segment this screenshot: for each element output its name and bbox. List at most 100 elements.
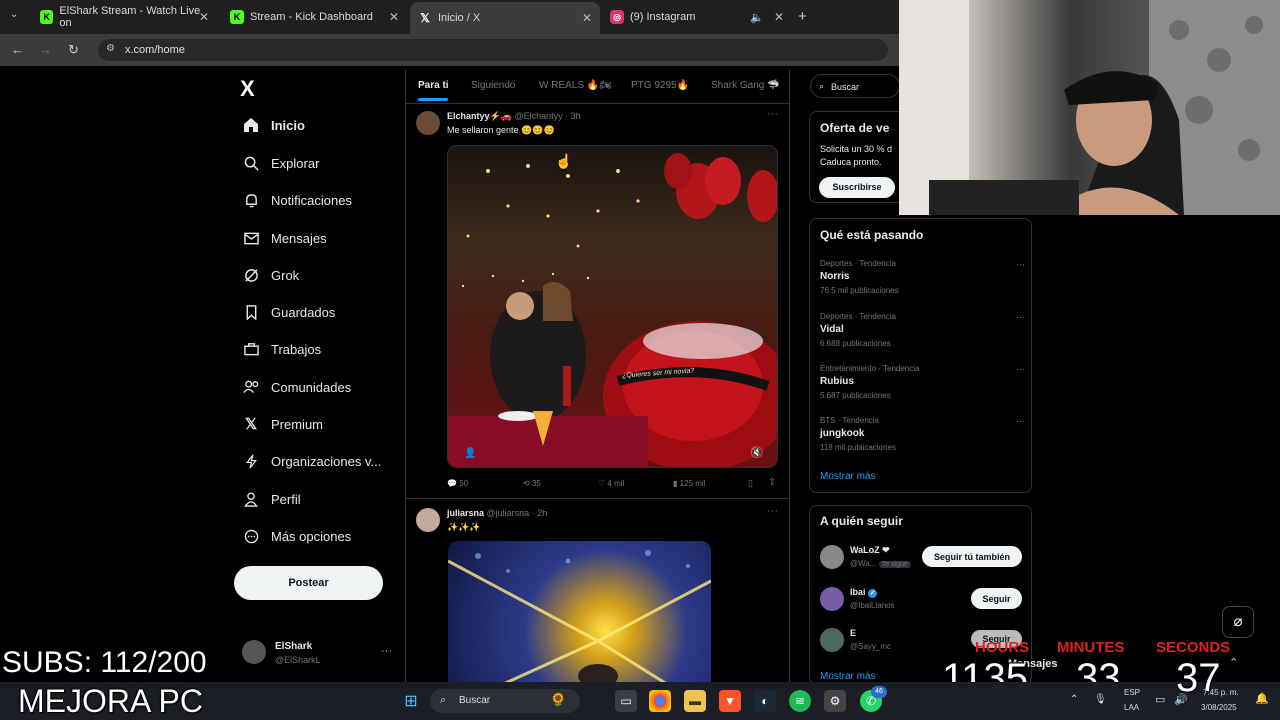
nav-premium[interactable]: 𝕏 Premium — [241, 415, 323, 433]
back-icon[interactable]: ← — [11, 42, 24, 57]
trends-card: Qué está pasando Deportes · Tendencia No… — [809, 218, 1032, 493]
tab-elshark-stream[interactable]: K ElShark Stream - Watch Live on ✕ — [32, 4, 217, 30]
subscribe-button[interactable]: Suscribirse — [819, 177, 895, 198]
task-view-icon[interactable]: ▭ — [615, 690, 637, 712]
trend-item[interactable]: Deportes · Tendencia Norris 76,5 mil pub… — [820, 259, 1025, 295]
show-more-link[interactable]: Mostrar más — [820, 671, 876, 682]
avatar[interactable] — [416, 508, 440, 532]
language-indicator[interactable]: ESP — [1124, 688, 1140, 697]
trend-item[interactable]: Deportes · Tendencia Vidal 6.688 publica… — [820, 312, 1025, 348]
trend-item[interactable]: Entretenimiento · Tendencia Rubius 5.687… — [820, 364, 1025, 400]
tab-ptg[interactable]: PTG 9295🔥 — [631, 80, 689, 91]
reply-button[interactable]: 💬 50 — [447, 479, 468, 488]
post-more-icon[interactable]: ··· — [767, 108, 778, 120]
avatar[interactable] — [242, 640, 266, 664]
follow-name[interactable]: E — [850, 628, 856, 638]
network-icon[interactable]: ▭ — [1155, 693, 1165, 706]
windows-start-icon[interactable]: ⊞ — [400, 690, 422, 712]
settings-icon[interactable]: ⚙ — [824, 690, 846, 712]
like-button[interactable]: ♡ 4 mil — [598, 479, 624, 488]
tab-w-reals[interactable]: W REALS 🔥🏍 — [539, 80, 612, 91]
nav-perfil[interactable]: Perfil — [241, 490, 301, 508]
post[interactable]: Elchantyy⚡🚗 @Elchantyy · 3h ··· Me sella… — [406, 104, 789, 499]
post-image[interactable] — [448, 541, 711, 682]
post-author[interactable]: juliarsna — [447, 508, 484, 518]
mute-icon[interactable]: 🔇 — [750, 446, 764, 459]
post-more-icon[interactable]: ··· — [767, 505, 778, 517]
nav-guardados[interactable]: Guardados — [241, 303, 335, 321]
close-icon[interactable]: ✕ — [582, 11, 592, 25]
follow-back-button[interactable]: Seguir tú también — [922, 546, 1022, 567]
bookmark-icon[interactable]: ▯ — [748, 478, 753, 489]
tab-kick-dashboard[interactable]: K Stream - Kick Dashboard ✕ — [222, 4, 407, 30]
clock-date[interactable]: 3/08/2025 — [1201, 703, 1237, 712]
tab-siguiendo[interactable]: Siguiendo — [471, 80, 515, 91]
post-image[interactable]: ¿Quieres ser mi novia? 👤 🔇 — [447, 145, 778, 468]
speaker-icon[interactable]: 🔈 — [750, 11, 764, 24]
brave-icon[interactable]: ▼ — [719, 690, 741, 712]
tray-chevron-icon[interactable]: ⌃ — [1070, 694, 1078, 705]
close-icon[interactable]: ✕ — [199, 10, 209, 24]
close-icon[interactable]: ✕ — [774, 10, 784, 24]
nav-organizaciones[interactable]: Organizaciones v... — [241, 452, 381, 470]
clock-time[interactable]: 7:45 p. m. — [1203, 688, 1239, 697]
tag-person-icon[interactable]: 👤 — [464, 448, 476, 459]
nav-notificaciones[interactable]: Notificaciones — [241, 191, 352, 209]
tab-x-home[interactable]: 𝕏 Inicio / X ✕ — [410, 2, 600, 34]
post[interactable]: juliarsna @juliarsna · 2h ··· ✨✨✨ — [406, 500, 789, 682]
taskbar-search[interactable]: ⌕ Buscar 🌻 — [430, 689, 580, 713]
tab-list-chevron-icon[interactable]: ⌄ — [10, 9, 18, 20]
repost-button[interactable]: ⟲ 35 — [523, 479, 541, 488]
account-more-icon[interactable]: ··· — [381, 645, 392, 657]
notification-bell-icon[interactable]: 🔔 — [1255, 692, 1269, 705]
post-button[interactable]: Postear — [234, 566, 383, 600]
tab-shark-gang[interactable]: Shark Gang 🦈 — [711, 80, 780, 91]
browser-tab-bar: ⌄ K ElShark Stream - Watch Live on ✕ K S… — [0, 0, 900, 34]
close-icon[interactable]: ✕ — [389, 10, 399, 24]
views-button[interactable]: ▮ 125 mil — [673, 479, 705, 488]
post-header: juliarsna @juliarsna · 2h — [447, 508, 547, 518]
trend-more-icon[interactable]: ··· — [1016, 364, 1025, 374]
tab-instagram[interactable]: ◎ (9) Instagram 🔈 ✕ — [602, 4, 792, 30]
nav-mensajes[interactable]: Mensajes — [241, 229, 327, 247]
post-author[interactable]: Elchantyy⚡🚗 — [447, 111, 512, 121]
nav-comunidades[interactable]: Comunidades — [241, 378, 351, 396]
tab-title: ElShark Stream - Watch Live on — [59, 5, 201, 29]
follow-name-row[interactable]: Ibai ✓ — [850, 587, 878, 598]
site-info-icon[interactable]: ⚙ — [106, 43, 115, 54]
expand-up-icon[interactable]: ⌃ — [1229, 656, 1238, 669]
follow-handle: @Wa... — [850, 559, 877, 568]
address-bar[interactable]: ⚙ x.com/home — [98, 39, 888, 61]
show-more-link[interactable]: Mostrar más — [820, 471, 876, 482]
steam-icon[interactable]: ◐ — [754, 690, 776, 712]
spotify-icon[interactable]: ≋ — [789, 690, 811, 712]
x-logo-icon[interactable]: X — [240, 76, 255, 102]
nav-explorar[interactable]: Explorar — [241, 154, 319, 172]
trend-more-icon[interactable]: ··· — [1016, 416, 1025, 426]
post-header: Elchantyy⚡🚗 @Elchantyy · 3h — [447, 111, 581, 122]
new-tab-icon[interactable]: + — [798, 8, 807, 25]
avatar[interactable] — [820, 628, 844, 652]
reload-icon[interactable]: ↻ — [68, 42, 79, 58]
follow-button[interactable]: Seguir — [971, 588, 1022, 609]
follow-name[interactable]: WaLoZ ❤ — [850, 545, 890, 556]
grok-compose-icon[interactable]: ⌀ — [1222, 606, 1254, 638]
trend-more-icon[interactable]: ··· — [1016, 259, 1025, 269]
nav-trabajos[interactable]: Trabajos — [241, 340, 321, 358]
trend-more-icon[interactable]: ··· — [1016, 312, 1025, 322]
tab-para-ti[interactable]: Para ti — [418, 80, 449, 91]
premium-offer-card: Oferta de ve Solicita un 30 % d Caduca p… — [809, 111, 900, 203]
avatar[interactable] — [820, 587, 844, 611]
forward-icon[interactable]: → — [39, 42, 52, 57]
nav-grok[interactable]: Grok — [241, 266, 299, 284]
microphone-icon[interactable]: 🎙 — [1094, 694, 1107, 705]
chrome-icon[interactable] — [649, 690, 671, 712]
nav-inicio[interactable]: Inicio — [241, 116, 305, 134]
nav-mas-opciones[interactable]: Más opciones — [241, 527, 351, 545]
avatar[interactable] — [416, 111, 440, 135]
file-explorer-icon[interactable]: ▬ — [684, 690, 706, 712]
avatar[interactable] — [820, 545, 844, 569]
trend-item[interactable]: BTS · Tendencia jungkook 118 mil publica… — [820, 416, 1025, 452]
search-input[interactable]: ⌕ Buscar — [810, 74, 900, 98]
share-icon[interactable]: ⇪ — [768, 477, 776, 488]
